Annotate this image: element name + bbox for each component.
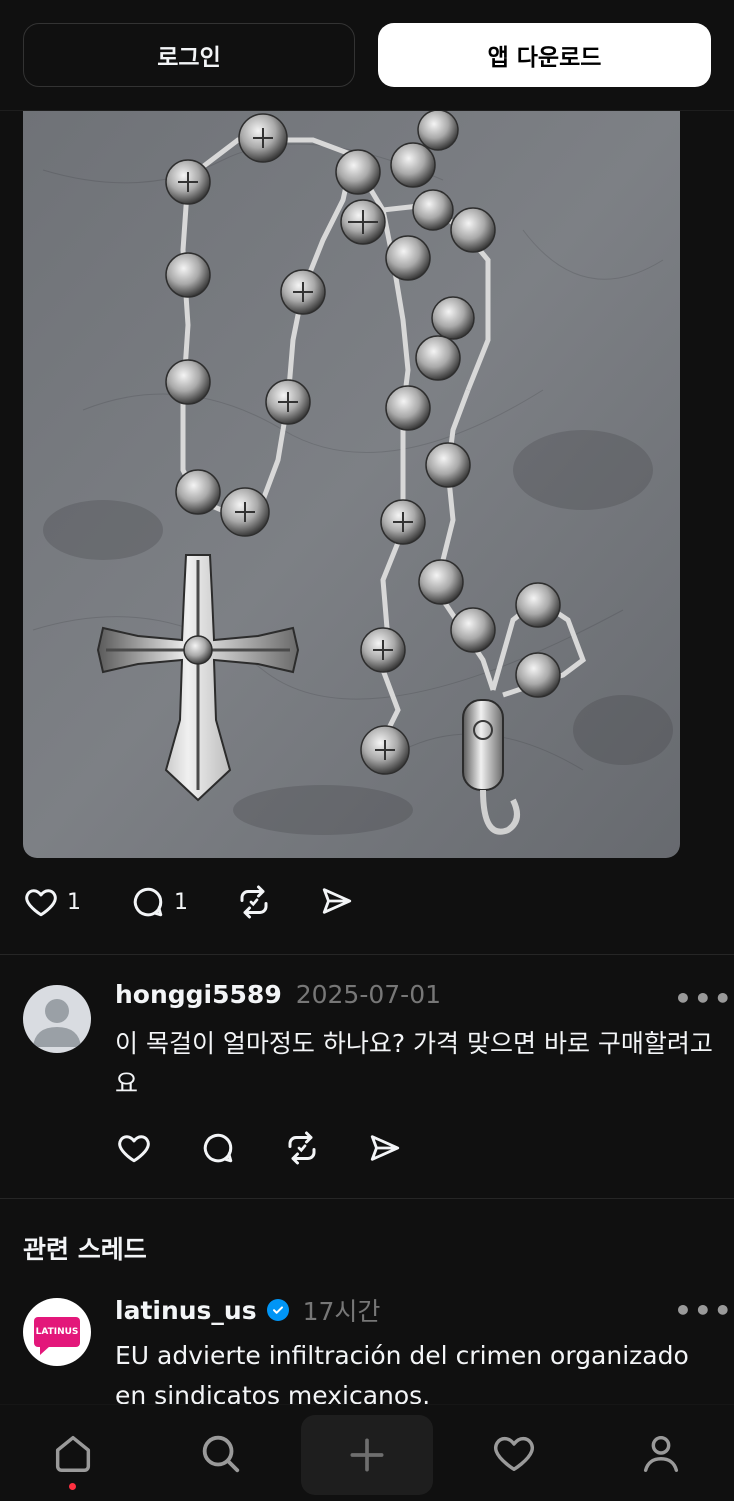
top-bar: 로그인 앱 다운로드 [0, 0, 734, 111]
like-count: 1 [67, 889, 81, 915]
related-threads-title: 관련 스레드 [23, 1235, 147, 1264]
repost-icon [288, 1131, 316, 1165]
login-button[interactable]: 로그인 [23, 23, 355, 87]
comment-repost-button[interactable] [284, 1130, 320, 1166]
avatar[interactable]: LATINUS [23, 1298, 91, 1366]
thread-header: latinus_us 17시간 [115, 1292, 380, 1328]
more-options-button[interactable]: ••• [674, 982, 734, 1015]
nav-home[interactable] [28, 1405, 118, 1501]
necklace-photo [23, 110, 680, 858]
divider [0, 954, 734, 955]
send-icon [322, 888, 352, 914]
comment-header: honggi5589 2025-07-01 [115, 980, 441, 1009]
default-avatar-icon [33, 999, 81, 1047]
comment-button[interactable]: 1 [130, 884, 188, 920]
home-icon [55, 1435, 91, 1472]
bottom-nav [0, 1404, 734, 1501]
comment-like-button[interactable] [116, 1130, 152, 1166]
comment-reply-button[interactable] [200, 1130, 236, 1166]
nav-create[interactable] [301, 1415, 433, 1495]
heart-icon [494, 1436, 534, 1472]
verified-badge-icon [266, 1299, 289, 1321]
comment-bubble-icon [203, 1133, 233, 1163]
divider [0, 1198, 734, 1199]
heart-icon [118, 1135, 150, 1163]
comment-count: 1 [174, 889, 188, 915]
search-icon [202, 1435, 240, 1473]
like-button[interactable]: 1 [23, 884, 81, 920]
avatar[interactable] [23, 985, 91, 1053]
more-dots-icon: ••• [674, 982, 734, 1015]
repost-button[interactable] [236, 884, 272, 920]
notification-dot [69, 1483, 76, 1490]
comment-share-button[interactable] [368, 1131, 402, 1165]
more-options-button[interactable]: ••• [674, 1294, 734, 1327]
thread-username[interactable]: latinus_us [115, 1296, 257, 1325]
plus-icon [350, 1438, 384, 1472]
send-icon [370, 1135, 400, 1161]
comment-date: 2025-07-01 [295, 980, 442, 1009]
nav-search[interactable] [175, 1405, 265, 1501]
comment-username[interactable]: honggi5589 [115, 980, 282, 1009]
share-button[interactable] [320, 884, 354, 918]
thread-time: 17시간 [302, 1297, 381, 1326]
repost-icon [240, 885, 268, 919]
comment-text: 이 목걸이 얼마정도 하나요? 가격 맞으면 바로 구매할려고요 [115, 1029, 713, 1098]
comment-bubble-icon [133, 887, 163, 917]
post-image[interactable] [23, 110, 680, 858]
nav-profile[interactable] [616, 1405, 706, 1501]
app-download-button[interactable]: 앱 다운로드 [378, 23, 711, 87]
nav-activity[interactable] [469, 1405, 559, 1501]
more-dots-icon: ••• [674, 1294, 734, 1327]
latinus-logo: LATINUS [34, 1317, 80, 1355]
profile-icon [643, 1435, 679, 1472]
heart-icon [25, 889, 57, 917]
